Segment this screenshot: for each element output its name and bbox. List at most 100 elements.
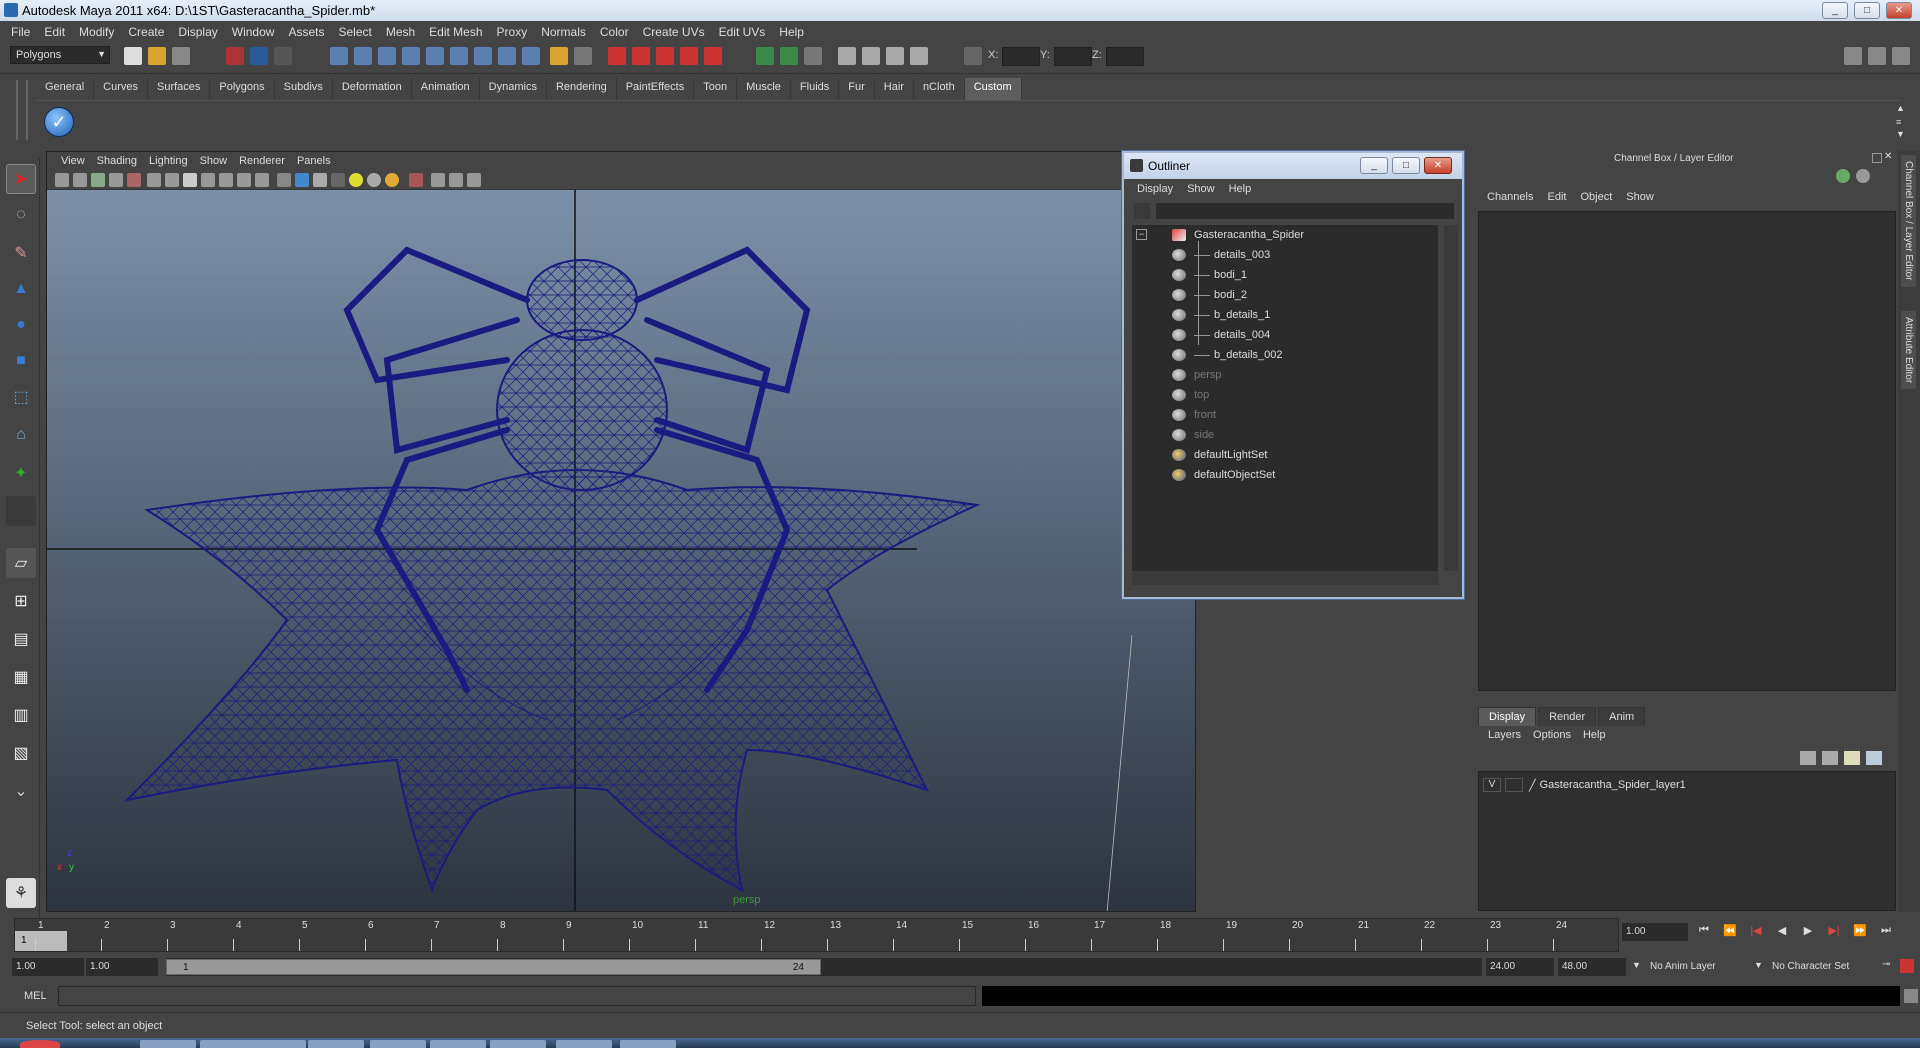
select-deformations-icon[interactable] (426, 47, 444, 65)
outliner-item-b-details-002[interactable]: b_details_002 (1172, 347, 1283, 363)
outliner-item-default-object-set[interactable]: defaultObjectSet (1172, 467, 1275, 483)
cube-textured-icon[interactable] (313, 173, 327, 187)
snap-grid-icon[interactable] (608, 47, 626, 65)
paint-select-tool-icon[interactable]: ✎ (6, 238, 36, 268)
outliner-item-details-003[interactable]: details_003 (1172, 247, 1270, 263)
z-field[interactable] (1106, 47, 1144, 66)
outliner-menu-show[interactable]: Show (1180, 183, 1222, 195)
taskbar-app-icon[interactable] (250, 1040, 306, 1048)
wireframe-on-shaded-icon[interactable] (201, 173, 215, 187)
chevron-down-icon[interactable]: ▼ (1754, 960, 1763, 970)
shelf-tab-polygons[interactable]: Polygons (210, 78, 275, 100)
layout-more-icon[interactable]: ⌄ (6, 776, 36, 806)
show-tool-settings-icon[interactable] (1868, 47, 1886, 65)
channel-box-menu-edit[interactable]: Edit (1540, 191, 1573, 203)
outliner-menu-help[interactable]: Help (1222, 183, 1259, 195)
select-camera-icon[interactable] (55, 173, 69, 187)
grid-icon[interactable] (147, 173, 161, 187)
viewport-menu-show[interactable]: Show (194, 155, 234, 167)
select-by-object-icon[interactable] (250, 47, 268, 65)
shelf-menu-icon[interactable]: ≡ (1896, 117, 1901, 127)
shelf-tab-fur[interactable]: Fur (839, 78, 875, 100)
taskbar-app-icon[interactable] (490, 1040, 546, 1048)
single-perspective-layout-icon[interactable]: ▱ (6, 548, 36, 578)
select-by-component-icon[interactable] (274, 47, 292, 65)
rotate-tool-icon[interactable]: ● (6, 310, 36, 340)
camera-attributes-icon[interactable] (73, 173, 87, 187)
menu-edit-mesh[interactable]: Edit Mesh (422, 25, 489, 39)
construction-history-icon[interactable] (804, 47, 822, 65)
move-tool-icon[interactable]: ▲ (6, 274, 36, 304)
character-set-select[interactable]: No Character Set (1768, 958, 1878, 976)
hypershade-layout-icon[interactable]: ▥ (6, 700, 36, 730)
menu-proxy[interactable]: Proxy (490, 25, 535, 39)
outliner-maximize-button[interactable]: □ (1392, 157, 1420, 174)
show-manipulator-icon[interactable]: ✦ (6, 458, 36, 488)
shelf-tab-hair[interactable]: Hair (875, 78, 914, 100)
select-rendering-icon[interactable] (474, 47, 492, 65)
collapse-toggle[interactable]: − (1136, 229, 1147, 240)
move-layer-down-icon[interactable] (1822, 751, 1838, 765)
make-live-icon[interactable] (704, 47, 722, 65)
open-scene-icon[interactable] (148, 47, 166, 65)
menu-select[interactable]: Select (331, 25, 378, 39)
shelf-tab-custom[interactable]: Custom (964, 78, 1022, 100)
outliner-item-bodi-1[interactable]: bodi_1 (1172, 267, 1247, 283)
checker-icon[interactable] (331, 173, 345, 187)
persp-graph-layout-icon[interactable]: ▦ (6, 662, 36, 692)
animation-preferences-icon[interactable] (1900, 959, 1914, 973)
menu-create[interactable]: Create (121, 25, 171, 39)
step-forward-frame-icon[interactable]: ⏩ (1850, 924, 1870, 942)
bookmarks-icon[interactable] (91, 173, 105, 187)
create-empty-layer-icon[interactable] (1844, 751, 1860, 765)
start-button-icon[interactable] (20, 1040, 60, 1048)
outliner-item-top[interactable]: top (1172, 387, 1209, 403)
channel-box-options-icon[interactable] (1836, 169, 1850, 183)
help-question-icon[interactable] (522, 47, 540, 65)
time-slider[interactable]: 1 1 2 3 4 5 6 7 8 9 10 11 12 13 14 15 16 17 18 19 20 21 22 23 2… (14, 918, 1619, 952)
play-backwards-icon[interactable]: ◀ (1772, 924, 1792, 942)
menu-edit-uvs[interactable]: Edit UVs (712, 25, 773, 39)
shelf-tab-curves[interactable]: Curves (94, 78, 148, 100)
shelf-scroll-down-icon[interactable]: ▼ (1896, 129, 1905, 139)
select-dynamics-icon[interactable] (450, 47, 468, 65)
layer-visibility-toggle[interactable]: V (1483, 778, 1501, 792)
layer-tab-anim[interactable]: Anim (1598, 707, 1646, 726)
taskbar-app-icon[interactable] (370, 1040, 426, 1048)
command-input[interactable] (58, 986, 976, 1006)
xray-joints-icon[interactable] (431, 173, 445, 187)
viewport-persp[interactable]: View Shading Lighting Show Renderer Pane… (46, 151, 1196, 912)
menu-mesh[interactable]: Mesh (379, 25, 422, 39)
taskbar-app-icon[interactable] (620, 1040, 676, 1048)
outliner-item-persp[interactable]: persp (1172, 367, 1222, 383)
menu-help[interactable]: Help (772, 25, 811, 39)
select-surfaces-icon[interactable] (402, 47, 420, 65)
output-ops-icon[interactable] (780, 47, 798, 65)
shelf-tab-toon[interactable]: Toon (694, 78, 738, 100)
universal-manipulator-icon[interactable]: ⬚ (6, 382, 36, 412)
shelf-tab-muscle[interactable]: Muscle (737, 78, 791, 100)
go-to-start-icon[interactable]: ⏮ (1694, 924, 1714, 942)
playback-end-field[interactable]: 24.00 (1486, 958, 1554, 976)
select-handles-icon[interactable] (330, 47, 348, 65)
spider-wireframe[interactable] (47, 190, 1196, 912)
channel-box-menu-object[interactable]: Object (1573, 191, 1619, 203)
outliner-minimize-button[interactable]: _ (1360, 157, 1388, 174)
shelf-tab-subdivs[interactable]: Subdivs (275, 78, 333, 100)
move-layer-up-icon[interactable] (1800, 751, 1816, 765)
taskbar-app-icon[interactable] (200, 1040, 256, 1048)
menu-file[interactable]: File (4, 25, 37, 39)
cube-wire-icon[interactable] (277, 173, 291, 187)
cube-shaded-icon[interactable] (295, 173, 309, 187)
layer-display-type-toggle[interactable] (1505, 778, 1523, 792)
step-back-frame-icon[interactable]: ⏪ (1720, 924, 1740, 942)
create-layer-from-selected-icon[interactable] (1866, 751, 1882, 765)
taskbar-app-icon[interactable] (430, 1040, 486, 1048)
menu-display[interactable]: Display (171, 25, 224, 39)
maximize-button[interactable]: □ (1854, 2, 1880, 19)
save-scene-icon[interactable] (172, 47, 190, 65)
menu-assets[interactable]: Assets (281, 25, 331, 39)
menu-normals[interactable]: Normals (534, 25, 593, 39)
shelf-tab-surfaces[interactable]: Surfaces (148, 78, 211, 100)
lock-selection-icon[interactable] (550, 47, 568, 65)
